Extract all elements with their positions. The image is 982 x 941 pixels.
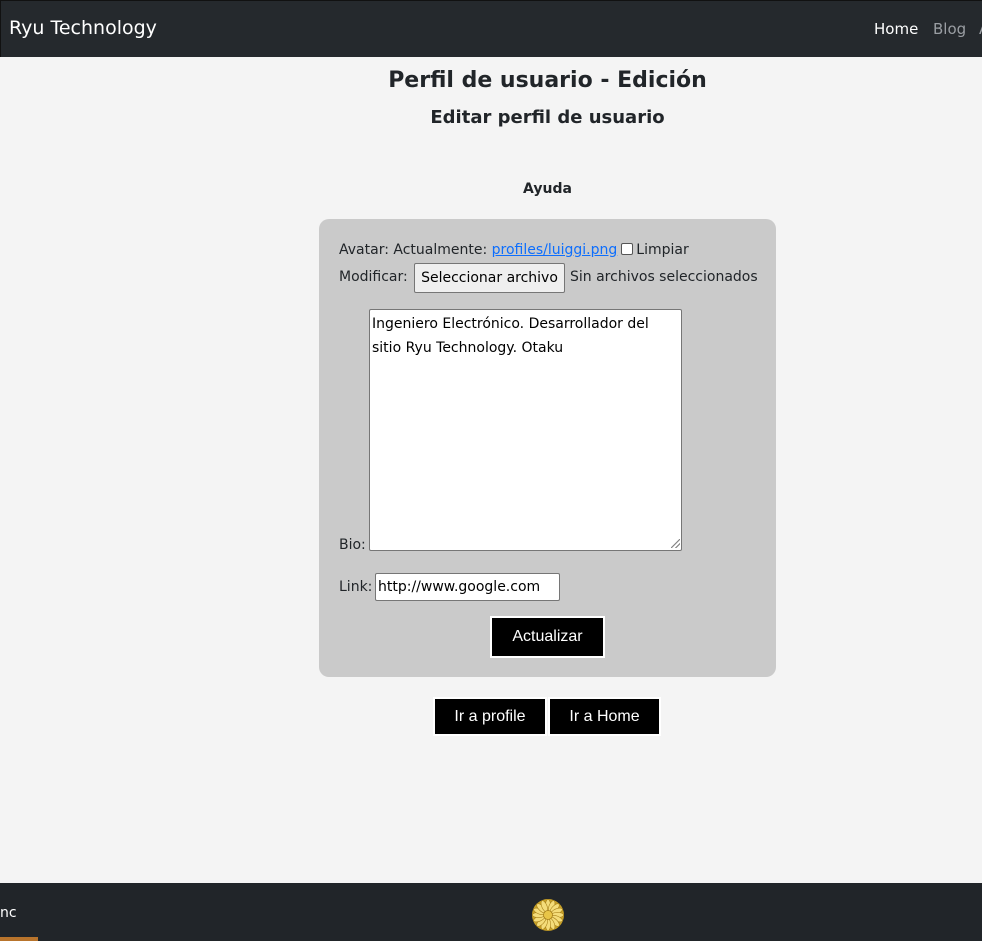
- nav-home[interactable]: Home: [874, 20, 918, 38]
- footer-truncated-text: nc: [0, 905, 17, 921]
- footer: nc: [0, 883, 982, 941]
- bio-label: Bio:: [339, 537, 366, 553]
- link-input[interactable]: [375, 573, 560, 601]
- go-profile-button[interactable]: Ir a profile: [433, 697, 547, 736]
- file-select-button[interactable]: Seleccionar archivo: [414, 263, 565, 293]
- help-label: Ayuda: [523, 181, 572, 197]
- avatar-file-link[interactable]: profiles/luiggi.png: [492, 242, 618, 258]
- avatar-row: Avatar: Actualmente: profiles/luiggi.png…: [339, 242, 689, 258]
- nav-blog[interactable]: Blog: [933, 20, 966, 38]
- resize-grip-icon[interactable]: [671, 539, 680, 548]
- clear-checkbox[interactable]: [621, 243, 634, 255]
- link-label: Link:: [339, 579, 373, 595]
- navbar: Ryu Technology Home Blog A: [0, 0, 982, 57]
- bio-textarea[interactable]: Ingeniero Electrónico. Desarrollador del…: [369, 309, 682, 551]
- page-subtitle: Editar perfil de usuario: [430, 107, 665, 128]
- update-button[interactable]: Actualizar: [490, 616, 605, 658]
- footer-accent-bar: [0, 937, 38, 941]
- chrysanthemum-seal-icon: [532, 899, 564, 931]
- modify-label: Modificar:: [339, 269, 408, 285]
- profile-form: Avatar: Actualmente: profiles/luiggi.png…: [319, 219, 776, 677]
- clear-label: Limpiar: [636, 242, 689, 258]
- no-file-text: Sin archivos seleccionados: [570, 269, 758, 285]
- brand-link[interactable]: Ryu Technology: [9, 17, 157, 39]
- go-home-button[interactable]: Ir a Home: [548, 697, 661, 736]
- page-title: Perfil de usuario - Edición: [388, 68, 707, 93]
- avatar-label: Avatar: Actualmente:: [339, 242, 488, 258]
